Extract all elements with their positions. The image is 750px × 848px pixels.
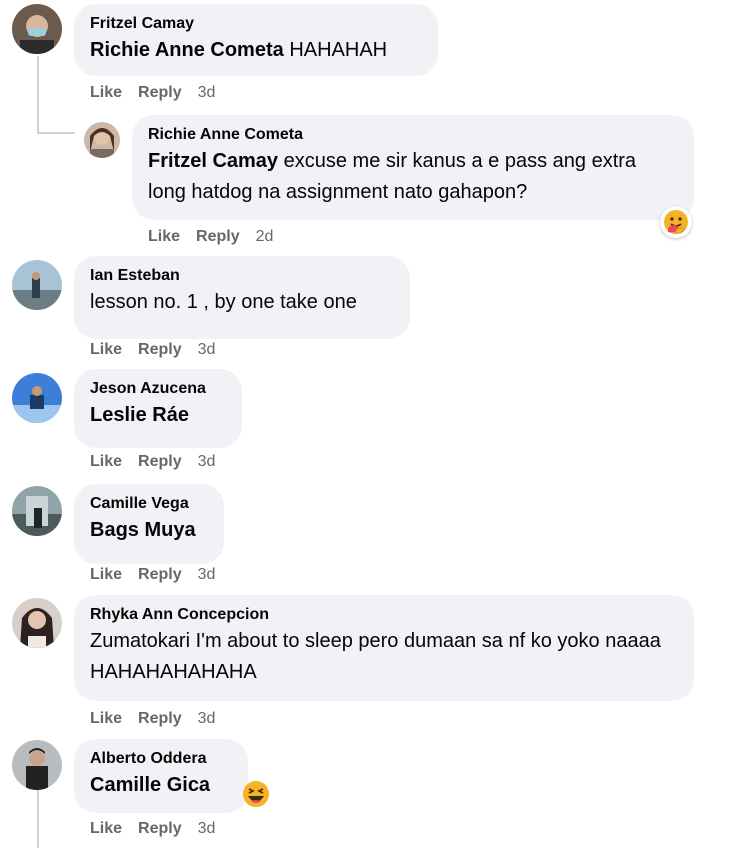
mention[interactable]: Camille Gica <box>90 774 210 796</box>
reply-button[interactable]: Reply <box>138 820 182 838</box>
comment-bubble: Jeson Azucena Leslie Ráe <box>74 369 242 448</box>
comment-actions: Like Reply 3d <box>90 710 231 728</box>
timestamp[interactable]: 3d <box>198 710 216 728</box>
care-reaction-icon[interactable] <box>660 206 692 238</box>
comment-bubble: Ian Esteban lesson no. 1 , by one take o… <box>74 256 410 339</box>
comment-bubble: Alberto Oddera Camille Gica <box>74 739 248 813</box>
comment-actions: Like Reply 3d <box>90 341 231 359</box>
comment-bubble: Richie Anne Cometa Fritzel Camay excuse … <box>132 115 694 220</box>
haha-reaction-icon[interactable] <box>240 778 272 810</box>
thread-line <box>37 56 39 134</box>
like-button[interactable]: Like <box>148 228 180 246</box>
timestamp[interactable]: 3d <box>198 453 216 471</box>
comment-author[interactable]: Fritzel Camay <box>90 13 422 35</box>
like-button[interactable]: Like <box>90 453 122 471</box>
comment-actions: Like Reply 3d <box>90 820 231 838</box>
like-button[interactable]: Like <box>90 710 122 728</box>
avatar[interactable] <box>12 598 62 648</box>
comment-text: Bags Muya <box>90 515 208 545</box>
avatar[interactable] <box>12 373 62 423</box>
reply-button[interactable]: Reply <box>138 341 182 359</box>
timestamp[interactable]: 3d <box>198 84 216 102</box>
comment-text: lesson no. 1 , by one take one <box>90 291 357 313</box>
comment-actions: Like Reply 3d <box>90 566 231 584</box>
comment-text: Fritzel Camay excuse me sir kanus a e pa… <box>148 146 678 208</box>
comment-author[interactable]: Rhyka Ann Concepcion <box>90 604 678 626</box>
reply-button[interactable]: Reply <box>196 228 240 246</box>
comment-text: Richie Anne Cometa HAHAHAH <box>90 35 422 65</box>
thread-line-curve <box>37 132 75 134</box>
reply-button[interactable]: Reply <box>138 710 182 728</box>
like-button[interactable]: Like <box>90 820 122 838</box>
comment-author[interactable]: Richie Anne Cometa <box>148 124 678 146</box>
like-button[interactable]: Like <box>90 566 122 584</box>
timestamp[interactable]: 3d <box>198 341 216 359</box>
comment-bubble: Rhyka Ann Concepcion Zumatokari I'm abou… <box>74 595 694 701</box>
reply-button[interactable]: Reply <box>138 566 182 584</box>
comment-text: Leslie Ráe <box>90 400 226 430</box>
like-button[interactable]: Like <box>90 341 122 359</box>
mention[interactable]: Bags Muya <box>90 519 196 541</box>
reply-button[interactable]: Reply <box>138 84 182 102</box>
comment-author[interactable]: Alberto Oddera <box>90 748 232 770</box>
comment-body: HAHAHAH <box>289 39 388 61</box>
comment-actions: Like Reply 2d <box>148 228 289 246</box>
avatar[interactable] <box>12 4 62 54</box>
like-button[interactable]: Like <box>90 84 122 102</box>
avatar[interactable] <box>12 260 62 310</box>
avatar[interactable] <box>12 486 62 536</box>
comment-text: Camille Gica <box>90 770 232 800</box>
comment-text: Zumatokari I'm about to sleep pero dumaa… <box>90 630 661 683</box>
avatar[interactable] <box>84 122 120 158</box>
comment-author[interactable]: Camille Vega <box>90 493 208 515</box>
comment-author[interactable]: Jeson Azucena <box>90 378 226 400</box>
comment-bubble: Fritzel Camay Richie Anne Cometa HAHAHAH <box>74 4 438 76</box>
reply-button[interactable]: Reply <box>138 453 182 471</box>
thread-line-bottom <box>37 790 39 848</box>
mention[interactable]: Fritzel Camay <box>148 150 278 172</box>
timestamp[interactable]: 3d <box>198 820 216 838</box>
avatar[interactable] <box>12 740 62 790</box>
comment-actions: Like Reply 3d <box>90 453 231 471</box>
mention[interactable]: Leslie Ráe <box>90 404 189 426</box>
mention[interactable]: Richie Anne Cometa <box>90 39 284 61</box>
timestamp[interactable]: 3d <box>198 566 216 584</box>
comment-actions: Like Reply 3d <box>90 84 231 102</box>
timestamp[interactable]: 2d <box>256 228 274 246</box>
comment-bubble: Camille Vega Bags Muya <box>74 484 224 564</box>
comment-author[interactable]: Ian Esteban <box>90 265 394 287</box>
